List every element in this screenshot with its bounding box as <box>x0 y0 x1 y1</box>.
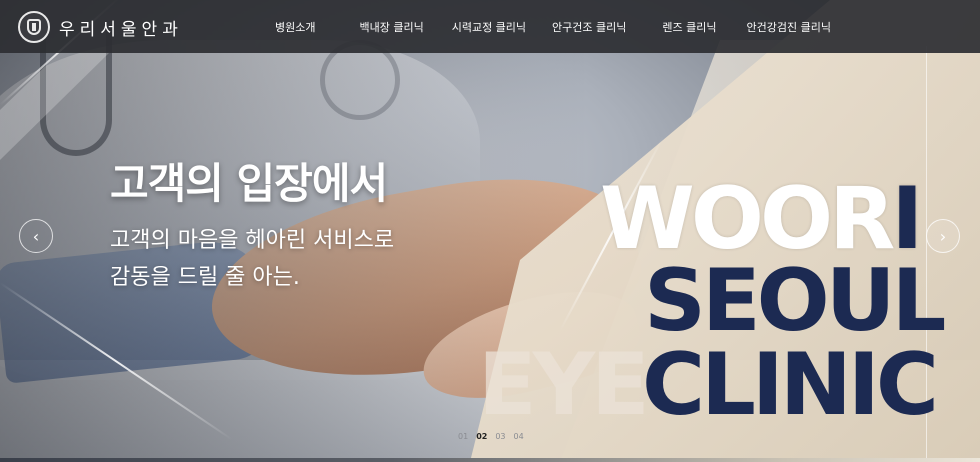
hospital-emblem-icon <box>18 11 50 43</box>
pager-item-02[interactable]: 02 <box>476 432 487 441</box>
pager-item-04[interactable]: 04 <box>514 432 524 441</box>
nav-item-about[interactable]: 병원소개 <box>275 19 315 35</box>
slider-next-button[interactable]: › <box>926 219 960 253</box>
nav-item-lens[interactable]: 렌즈 클리닉 <box>662 19 716 35</box>
site-header: 우리서울안과 병원소개 백내장 클리닉 시력교정 클리닉 안구건조 클리닉 렌즈… <box>0 0 980 53</box>
slider-pager: 01 02 03 04 <box>458 432 524 441</box>
slider-prev-button[interactable]: ‹ <box>19 219 53 253</box>
chevron-right-icon: › <box>939 226 947 246</box>
brand-text-clinic: CLINIC <box>642 335 939 435</box>
nav-item-dry-eye[interactable]: 안구건조 클리닉 <box>552 19 626 35</box>
hero-subline: 고객의 마음을 헤아린 서비스로 <box>110 228 395 253</box>
logo-text: 우리서울안과 <box>59 19 183 40</box>
brand-text-eye: EYE <box>478 335 650 435</box>
pager-item-03[interactable]: 03 <box>495 432 505 441</box>
hero-headline: 고객의 입장에서 <box>110 159 388 208</box>
nav-item-cataract[interactable]: 백내장 클리닉 <box>359 19 423 35</box>
main-nav: 병원소개 백내장 클리닉 시력교정 클리닉 안구건조 클리닉 렌즈 클리닉 안건… <box>258 0 831 53</box>
brand-text-seoul: SEOUL <box>644 251 946 351</box>
hero-subline: 감동을 드릴 줄 아는. <box>110 265 300 290</box>
bottom-strip <box>0 458 980 462</box>
brand-text-woori: WOORI <box>600 176 923 262</box>
nav-item-eye-checkup[interactable]: 안건강검진 클리닉 <box>747 19 831 35</box>
pager-item-01[interactable]: 01 <box>458 432 468 441</box>
hero-slider: 고객의 입장에서 고객의 마음을 헤아린 서비스로 감동을 드릴 줄 아는. W… <box>0 0 980 462</box>
chevron-left-icon: ‹ <box>32 226 40 246</box>
nav-item-vision-correction[interactable]: 시력교정 클리닉 <box>452 19 526 35</box>
logo[interactable]: 우리서울안과 <box>18 11 183 43</box>
